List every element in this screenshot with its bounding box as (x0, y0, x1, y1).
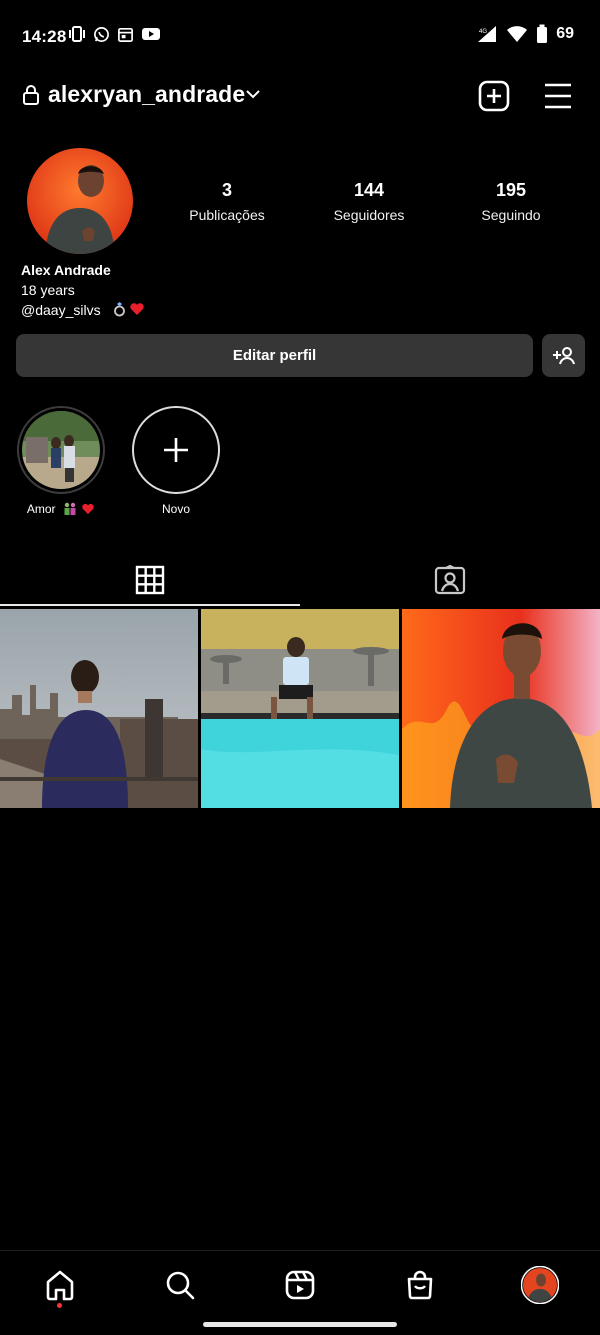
menu-icon[interactable] (542, 81, 574, 111)
profile-avatar[interactable] (27, 148, 133, 254)
bio-line: 18 years (21, 282, 75, 298)
wifi-icon (507, 26, 528, 42)
status-bar: 14:28 4G 69 (0, 0, 600, 72)
nav-search[interactable] (150, 1265, 210, 1305)
chevron-down-icon[interactable] (244, 87, 262, 101)
add-person-icon (552, 346, 575, 364)
highlight-label-text: Amor (26, 502, 56, 516)
youtube-icon (142, 28, 160, 40)
stat-posts[interactable]: 3 Publicações (167, 180, 287, 223)
heart-icon (82, 503, 94, 515)
shop-icon (407, 1270, 433, 1300)
discover-people-button[interactable] (542, 334, 585, 377)
profile-header: alexryan_andrade (0, 72, 600, 120)
tab-posts-grid[interactable] (0, 552, 300, 608)
profile-name: Alex Andrade (21, 262, 111, 278)
bio-mention-line: @daay_silvs (21, 300, 145, 320)
post-thumbnail[interactable] (402, 609, 600, 808)
whatsapp-icon (94, 26, 109, 42)
highlight-new[interactable]: Novo (131, 406, 221, 516)
search-icon (166, 1271, 195, 1300)
post-grid (0, 609, 600, 808)
lock-icon (23, 85, 39, 105)
active-tab-indicator (0, 604, 300, 606)
heart-icon (130, 303, 145, 315)
profile-tabs (0, 552, 600, 608)
stat-label: Publicações (189, 207, 265, 223)
system-icons: 4G 69 (476, 24, 574, 44)
reels-icon (285, 1270, 315, 1300)
plus-icon (164, 438, 188, 462)
stat-following[interactable]: 195 Seguindo (451, 180, 571, 223)
vibrate-icon (69, 26, 85, 42)
couple-icon (64, 502, 76, 515)
post-thumbnail[interactable] (0, 609, 198, 808)
username[interactable]: alexryan_andrade (48, 81, 245, 108)
nav-profile[interactable] (510, 1265, 570, 1305)
stat-label: Seguidores (333, 207, 405, 223)
nav-reels[interactable] (270, 1265, 330, 1305)
mention-link[interactable]: @daay_silvs (21, 302, 101, 318)
ring-icon (114, 302, 126, 317)
highlight-label: Novo (161, 502, 190, 516)
grid-icon (135, 565, 165, 595)
profile-bio: Alex Andrade 18 years @daay_silvs (21, 260, 145, 320)
highlight-amor[interactable]: Amor (16, 406, 106, 516)
highlight-cover (22, 411, 100, 489)
stat-value: 3 (221, 180, 232, 200)
battery-percent: 69 (556, 25, 574, 42)
notification-dot (57, 1303, 62, 1308)
home-icon (46, 1270, 74, 1301)
battery-icon (537, 24, 548, 43)
stat-followers[interactable]: 144 Seguidores (309, 180, 429, 223)
profile-avatar (521, 1266, 559, 1304)
signal-icon: 4G (478, 26, 497, 42)
gesture-bar[interactable] (203, 1322, 397, 1327)
stat-value: 144 (353, 180, 385, 200)
svg-text:4G: 4G (479, 29, 487, 35)
notification-icons (68, 25, 161, 43)
status-time: 14:28 (22, 27, 67, 46)
post-thumbnail[interactable] (201, 609, 399, 808)
highlight-ring (132, 406, 220, 494)
tab-tagged[interactable] (300, 552, 600, 608)
tagged-icon (434, 565, 466, 595)
bio-emojis (112, 301, 145, 317)
highlight-label: Amor (16, 502, 106, 516)
stat-label: Seguindo (481, 207, 541, 223)
stat-value: 195 (495, 180, 527, 200)
highlight-ring (17, 406, 105, 494)
calendar-icon (118, 27, 133, 42)
add-post-icon[interactable] (477, 79, 511, 113)
edit-profile-button[interactable]: Editar perfil (16, 334, 533, 377)
nav-home[interactable] (30, 1265, 90, 1305)
nav-shop[interactable] (390, 1265, 450, 1305)
